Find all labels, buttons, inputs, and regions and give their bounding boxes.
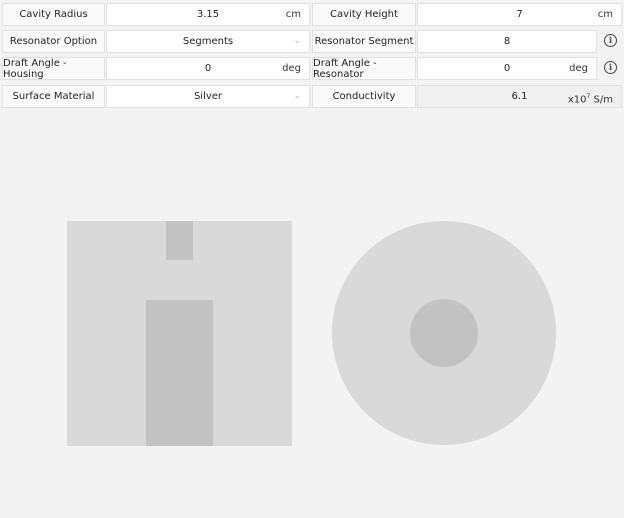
chevron-down-icon: ⌄: [293, 91, 301, 101]
cavity-top-outline: [332, 221, 556, 445]
surface-material-select[interactable]: Silver ⌄: [106, 85, 310, 108]
cavity-radius-input[interactable]: 3.15 cm: [106, 3, 310, 26]
draft-angle-row: Draft Angle - Housing 0 deg Draft Angle …: [2, 57, 622, 80]
chevron-down-icon: ⌄: [293, 36, 301, 46]
draft-angle-resonator-input[interactable]: 0 deg: [417, 57, 597, 80]
cavity-height-unit: cm: [597, 9, 613, 20]
info-icon[interactable]: i: [604, 34, 617, 47]
side-view: [67, 221, 292, 446]
conductivity-unit: x107 S/m: [567, 93, 613, 106]
surface-material-label: Surface Material: [2, 85, 105, 108]
cavity-radius-unit: cm: [285, 9, 301, 20]
material-row: Surface Material Silver ⌄ Conductivity 6…: [2, 85, 622, 108]
tuning-screw: [166, 221, 193, 260]
resonator-option-select[interactable]: Segments ⌄: [106, 30, 310, 53]
cavity-height-label: Cavity Height: [312, 3, 416, 26]
top-view: [332, 221, 556, 445]
resonator-option-label: Resonator Option: [2, 30, 105, 53]
cavity-side-outline: [67, 221, 292, 446]
cavity-row: Cavity Radius 3.15 cm Cavity Height 7 cm: [2, 3, 622, 26]
resonator-segment-input[interactable]: 8: [417, 30, 597, 53]
draft-angle-housing-input[interactable]: 0 deg: [106, 57, 310, 80]
conductivity-value: 6.1 x107 S/m: [417, 85, 622, 108]
resonator-segment-label: Resonator Segment: [312, 30, 416, 53]
resonator-row: Resonator Option Segments ⌄ Resonator Se…: [2, 30, 622, 53]
draft-angle-resonator-label: Draft Angle - Resonator: [312, 57, 416, 80]
info-icon[interactable]: i: [604, 61, 617, 74]
resonator-top: [410, 299, 478, 367]
cavity-height-input[interactable]: 7 cm: [417, 3, 622, 26]
draft-angle-housing-label: Draft Angle - Housing: [2, 57, 105, 80]
cavity-radius-label: Cavity Radius: [2, 3, 105, 26]
draft-angle-resonator-unit: deg: [569, 63, 588, 74]
conductivity-label: Conductivity: [312, 85, 416, 108]
draft-angle-housing-unit: deg: [282, 63, 301, 74]
resonator-post: [146, 300, 213, 446]
